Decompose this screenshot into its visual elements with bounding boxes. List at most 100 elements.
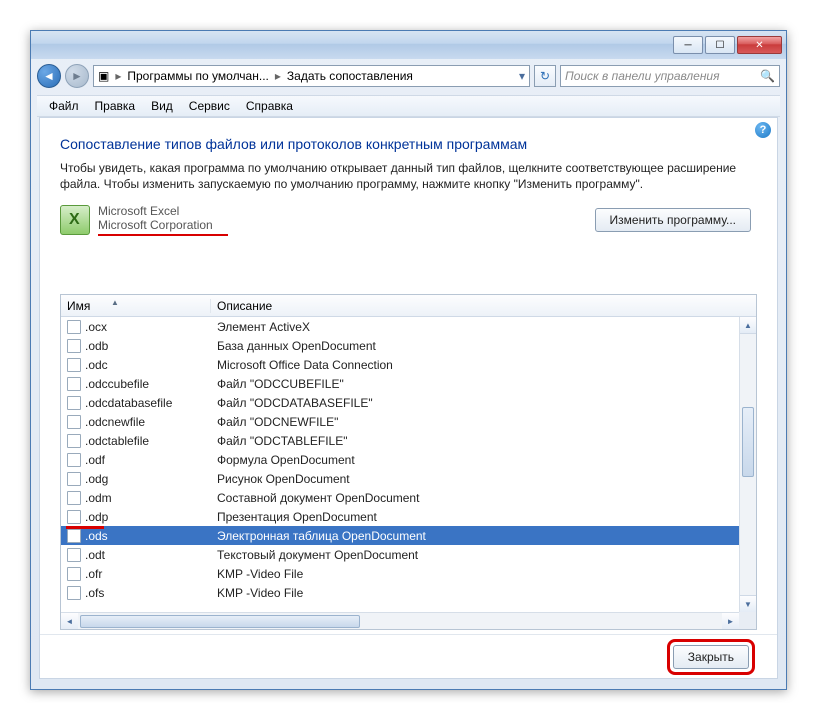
list-item[interactable]: .odctablefileФайл "ODCTABLEFILE" (61, 431, 756, 450)
file-type-icon (67, 453, 81, 467)
file-type-icon (67, 586, 81, 600)
selected-program-name: Microsoft Excel (98, 204, 228, 218)
extension-cell: .odt (85, 548, 105, 562)
file-type-icon (67, 396, 81, 410)
page-description: Чтобы увидеть, какая программа по умолча… (60, 160, 757, 192)
search-placeholder: Поиск в панели управления (565, 69, 720, 83)
scroll-left-icon[interactable]: ◄ (61, 613, 78, 630)
column-desc[interactable]: Описание (211, 299, 756, 313)
file-type-icon (67, 377, 81, 391)
refresh-button[interactable]: ↻ (534, 65, 556, 87)
minimize-button[interactable]: ─ (673, 36, 703, 54)
breadcrumb-seg[interactable]: Задать сопоставления (287, 69, 413, 83)
annotation-underline (66, 526, 104, 529)
selected-program-row: Microsoft Excel Microsoft Corporation Из… (60, 204, 757, 236)
change-program-button[interactable]: Изменить программу... (595, 208, 751, 232)
extension-cell: .odm (85, 491, 112, 505)
description-cell: Электронная таблица OpenDocument (211, 529, 756, 543)
extension-cell: .odcdatabasefile (85, 396, 172, 410)
description-cell: Презентация OpenDocument (211, 510, 756, 524)
scroll-up-icon[interactable]: ▲ (740, 317, 756, 334)
scroll-thumb[interactable] (80, 615, 360, 628)
chevron-right-icon: ▸ (115, 69, 121, 83)
selected-program-info: Microsoft Excel Microsoft Corporation (98, 204, 228, 236)
description-cell: База данных OpenDocument (211, 339, 756, 353)
extension-cell: .ofs (85, 586, 104, 600)
menu-file[interactable]: Файл (43, 97, 85, 115)
page-title: Сопоставление типов файлов или протоколо… (60, 136, 757, 152)
footer: Закрыть (40, 634, 777, 678)
chevron-down-icon[interactable]: ▾ (519, 69, 525, 83)
breadcrumb-seg[interactable]: Программы по умолчан... (127, 69, 268, 83)
description-cell: Файл "ODCTABLEFILE" (211, 434, 756, 448)
help-icon[interactable]: ? (755, 122, 771, 138)
description-cell: Рисунок OpenDocument (211, 472, 756, 486)
file-type-icon (67, 320, 81, 334)
annotation-underline (98, 234, 228, 236)
file-type-icon (67, 548, 81, 562)
nav-back-button[interactable]: ◄ (37, 64, 61, 88)
list-item[interactable]: .odgРисунок OpenDocument (61, 469, 756, 488)
column-name[interactable]: Имя ▲ (61, 299, 211, 313)
extension-cell: .odb (85, 339, 108, 353)
menu-help[interactable]: Справка (240, 97, 299, 115)
menu-view[interactable]: Вид (145, 97, 179, 115)
list-item[interactable]: .odt Текстовый документ OpenDocument (61, 545, 756, 564)
file-type-icon (67, 434, 81, 448)
description-cell: KMP -Video File (211, 567, 756, 581)
maximize-button[interactable]: ☐ (705, 36, 735, 54)
description-cell: Текстовый документ OpenDocument (211, 548, 756, 562)
description-cell: Файл "ODCNEWFILE" (211, 415, 756, 429)
description-cell: Составной документ OpenDocument (211, 491, 756, 505)
vertical-scrollbar[interactable]: ▲ ▼ (739, 317, 756, 612)
file-type-icon (67, 491, 81, 505)
menu-tools[interactable]: Сервис (183, 97, 236, 115)
file-type-icon (67, 472, 81, 486)
file-type-icon (67, 510, 81, 524)
list-item[interactable]: .odm Составной документ OpenDocument (61, 488, 756, 507)
list-item[interactable]: .ofs KMP -Video File (61, 583, 756, 602)
scroll-down-icon[interactable]: ▼ (740, 595, 756, 612)
annotation-highlight: Закрыть (667, 639, 755, 675)
extension-cell: .ofr (85, 567, 102, 581)
list-item[interactable]: .odccubefile Файл "ODCCUBEFILE" (61, 374, 756, 393)
description-cell: KMP -Video File (211, 586, 756, 600)
description-cell: Файл "ODCDATABASEFILE" (211, 396, 756, 410)
search-input[interactable]: Поиск в панели управления 🔍 (560, 65, 780, 87)
extension-cell: .odf (85, 453, 105, 467)
menu-edit[interactable]: Правка (89, 97, 142, 115)
list-item[interactable]: .ods Электронная таблица OpenDocument (61, 526, 756, 545)
breadcrumb[interactable]: ▣ ▸ Программы по умолчан... ▸ Задать соп… (93, 65, 530, 87)
list-item[interactable]: .odcMicrosoft Office Data Connection (61, 355, 756, 374)
address-bar: ◄ ► ▣ ▸ Программы по умолчан... ▸ Задать… (37, 61, 780, 91)
close-button[interactable]: Закрыть (673, 645, 749, 669)
list-item[interactable]: .odcnewfileФайл "ODCNEWFILE" (61, 412, 756, 431)
file-type-icon (67, 415, 81, 429)
list-item[interactable]: .ocxЭлемент ActiveX (61, 317, 756, 336)
list-item[interactable]: .odf Формула OpenDocument (61, 450, 756, 469)
scroll-thumb[interactable] (742, 407, 754, 477)
control-panel-icon: ▣ (98, 69, 109, 83)
extension-cell: .ocx (85, 320, 107, 334)
chevron-right-icon: ▸ (275, 69, 281, 83)
nav-forward-button[interactable]: ► (65, 64, 89, 88)
horizontal-scrollbar[interactable]: ◄ ► (61, 612, 739, 629)
list-item[interactable]: .odcdatabasefile Файл "ODCDATABASEFILE" (61, 393, 756, 412)
extension-cell: .odccubefile (85, 377, 149, 391)
file-type-icon (67, 339, 81, 353)
list-item[interactable]: .odpПрезентация OpenDocument (61, 507, 756, 526)
file-type-list: Имя ▲ Описание .ocxЭлемент ActiveX .odb Ба… (60, 294, 757, 630)
scroll-right-icon[interactable]: ► (722, 613, 739, 630)
menubar: Файл Правка Вид Сервис Справка (37, 95, 780, 117)
window-close-button[interactable]: ✕ (737, 36, 782, 54)
sort-indicator-icon: ▲ (111, 298, 119, 307)
list-header: Имя ▲ Описание (61, 295, 756, 317)
change-program-label: Изменить программу... (610, 213, 736, 227)
description-cell: Файл "ODCCUBEFILE" (211, 377, 756, 391)
description-cell: Microsoft Office Data Connection (211, 358, 756, 372)
extension-cell: .ods (85, 529, 108, 543)
description-cell: Формула OpenDocument (211, 453, 756, 467)
file-type-icon (67, 529, 81, 543)
list-item[interactable]: .odb База данных OpenDocument (61, 336, 756, 355)
list-item[interactable]: .ofr KMP -Video File (61, 564, 756, 583)
